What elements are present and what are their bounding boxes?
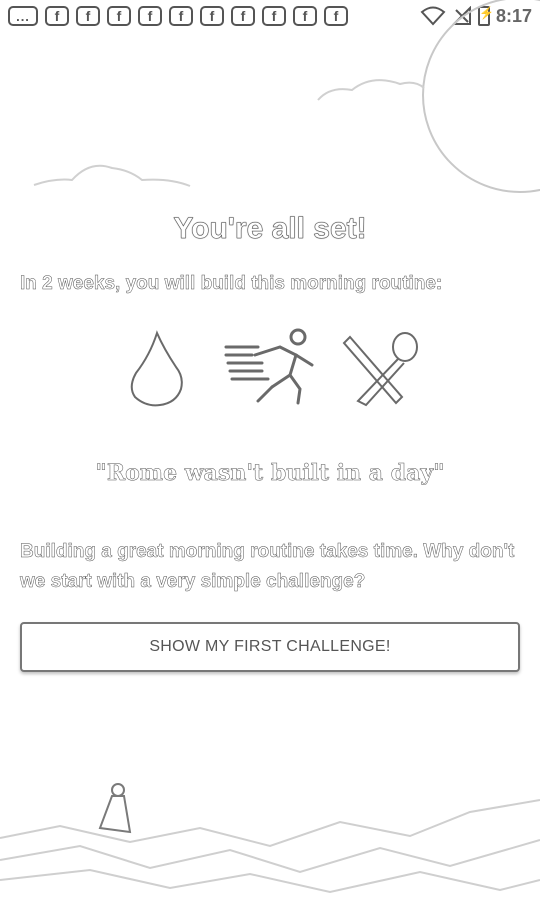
background-illustration xyxy=(0,0,540,894)
facebook-icon: f xyxy=(169,6,193,26)
no-eating-icon xyxy=(342,332,418,407)
status-bar: ... f f f f f f f f f f 8:17 xyxy=(0,0,540,32)
wifi-icon xyxy=(420,6,446,26)
facebook-icon: f xyxy=(200,6,224,26)
notification-icons: ... f f f f f f f f f f xyxy=(8,6,348,26)
clock: 8:17 xyxy=(495,5,532,26)
facebook-icon: f xyxy=(293,6,317,26)
motivational-quote: "Rome wasn't built in a day" xyxy=(95,460,445,487)
system-icons: 8:17 xyxy=(420,6,532,27)
facebook-icon: f xyxy=(138,6,162,26)
facebook-icon: f xyxy=(324,6,348,26)
battery-charging-icon xyxy=(477,6,494,26)
routine-icons xyxy=(0,325,540,415)
facebook-icon: f xyxy=(45,6,69,26)
facebook-icon: f xyxy=(262,6,286,26)
person-illustration xyxy=(98,783,132,834)
water-drop-icon xyxy=(130,330,183,407)
no-signal-icon xyxy=(451,6,471,25)
intro-paragraph: Building a great morning routine takes t… xyxy=(20,541,515,593)
more-notifications-icon: ... xyxy=(8,6,38,26)
facebook-icon: f xyxy=(76,6,100,26)
show-first-challenge-label: SHOW MY FIRST CHALLENGE! xyxy=(149,638,391,655)
show-first-challenge-button[interactable]: SHOW MY FIRST CHALLENGE! xyxy=(20,622,520,672)
routine-subtitle: In 2 weeks, you will build this morning … xyxy=(20,273,443,295)
hills-illustration xyxy=(0,799,540,894)
cloud-illustration xyxy=(33,79,425,187)
running-person-icon xyxy=(224,328,314,405)
facebook-icon: f xyxy=(107,6,131,26)
page-title: You're all set! xyxy=(173,212,367,246)
facebook-icon: f xyxy=(231,6,255,26)
